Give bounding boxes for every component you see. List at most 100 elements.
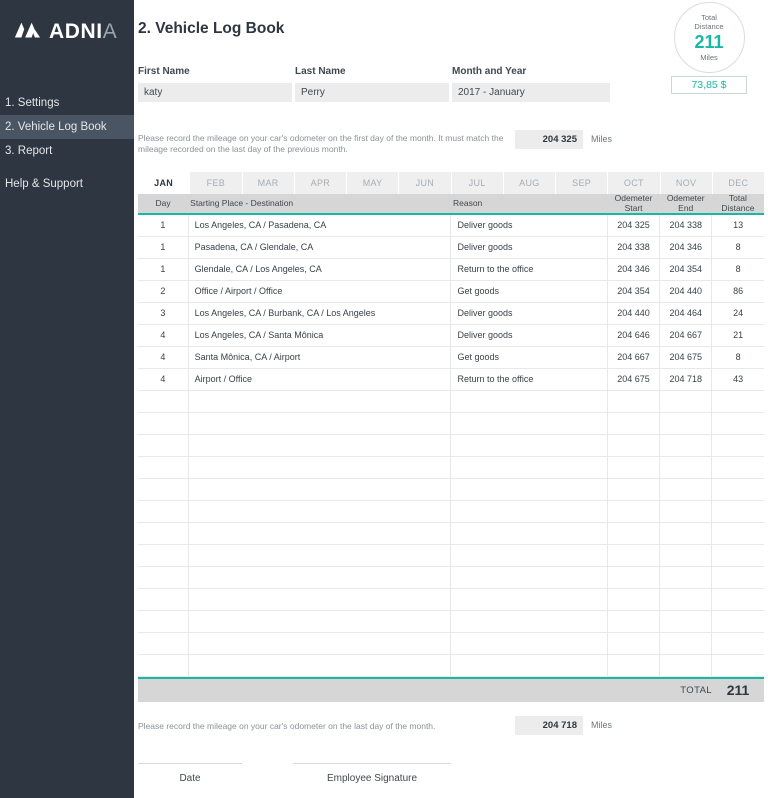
cell-empty[interactable]: [451, 434, 608, 456]
cell-odo-end[interactable]: 204 346: [660, 236, 712, 258]
cell-empty[interactable]: [660, 654, 712, 676]
cell-empty[interactable]: [607, 478, 659, 500]
cell-empty[interactable]: [138, 412, 188, 434]
cell-empty[interactable]: [138, 390, 188, 412]
first-name-input[interactable]: katy: [138, 83, 292, 102]
cell-empty[interactable]: [138, 566, 188, 588]
cell-empty[interactable]: [607, 632, 659, 654]
cell-empty[interactable]: [660, 610, 712, 632]
tab-jan[interactable]: JAN: [138, 172, 190, 194]
cell-empty[interactable]: [712, 500, 764, 522]
cell-distance[interactable]: 13: [712, 214, 764, 236]
cell-empty[interactable]: [660, 434, 712, 456]
cell-empty[interactable]: [451, 390, 608, 412]
cell-odo-end[interactable]: 204 354: [660, 258, 712, 280]
cell-day[interactable]: 1: [138, 214, 188, 236]
cell-empty[interactable]: [607, 566, 659, 588]
cell-route[interactable]: Santa Mônica, CA / Airport: [188, 346, 451, 368]
tab-dec[interactable]: DEC: [713, 172, 764, 194]
cell-empty[interactable]: [451, 412, 608, 434]
cell-route[interactable]: Glendale, CA / Los Angeles, CA: [188, 258, 451, 280]
cell-distance[interactable]: 24: [712, 302, 764, 324]
cell-day[interactable]: 2: [138, 280, 188, 302]
cell-empty[interactable]: [138, 654, 188, 676]
table-row-empty[interactable]: [138, 390, 764, 412]
cell-empty[interactable]: [188, 478, 451, 500]
table-row-empty[interactable]: [138, 588, 764, 610]
cell-empty[interactable]: [188, 610, 451, 632]
cell-empty[interactable]: [660, 566, 712, 588]
cell-day[interactable]: 1: [138, 236, 188, 258]
cell-distance[interactable]: 8: [712, 346, 764, 368]
cell-reason[interactable]: Deliver goods: [451, 236, 608, 258]
cell-distance[interactable]: 43: [712, 368, 764, 390]
cell-odo-end[interactable]: 204 338: [660, 214, 712, 236]
table-row[interactable]: 4Los Angeles, CA / Santa MônicaDeliver g…: [138, 324, 764, 346]
table-row[interactable]: 4Santa Mônica, CA / AirportGet goods204 …: [138, 346, 764, 368]
tab-jul[interactable]: JUL: [452, 172, 504, 194]
cell-empty[interactable]: [712, 412, 764, 434]
cell-empty[interactable]: [188, 456, 451, 478]
cell-empty[interactable]: [138, 544, 188, 566]
cell-empty[interactable]: [188, 632, 451, 654]
cell-odo-start[interactable]: 204 346: [607, 258, 659, 280]
cell-odo-start[interactable]: 204 354: [607, 280, 659, 302]
table-row[interactable]: 1Pasadena, CA / Glendale, CADeliver good…: [138, 236, 764, 258]
cell-empty[interactable]: [660, 478, 712, 500]
cell-empty[interactable]: [660, 500, 712, 522]
cell-empty[interactable]: [451, 478, 608, 500]
cell-day[interactable]: 1: [138, 258, 188, 280]
cell-odo-end[interactable]: 204 464: [660, 302, 712, 324]
cell-empty[interactable]: [660, 544, 712, 566]
cell-route[interactable]: Airport / Office: [188, 368, 451, 390]
table-row-empty[interactable]: [138, 412, 764, 434]
cell-empty[interactable]: [138, 522, 188, 544]
cell-empty[interactable]: [712, 456, 764, 478]
cell-empty[interactable]: [607, 610, 659, 632]
cell-reason[interactable]: Deliver goods: [451, 302, 608, 324]
cell-distance[interactable]: 86: [712, 280, 764, 302]
cell-day[interactable]: 4: [138, 346, 188, 368]
table-row[interactable]: 4Airport / OfficeReturn to the office 204…: [138, 368, 764, 390]
tab-aug[interactable]: AUG: [504, 172, 556, 194]
tab-nov[interactable]: NOV: [661, 172, 713, 194]
cell-odo-start[interactable]: 204 338: [607, 236, 659, 258]
cell-empty[interactable]: [660, 390, 712, 412]
tab-apr[interactable]: APR: [295, 172, 347, 194]
cell-distance[interactable]: 21: [712, 324, 764, 346]
cell-empty[interactable]: [451, 588, 608, 610]
tab-mar[interactable]: MAR: [243, 172, 295, 194]
cell-empty[interactable]: [660, 522, 712, 544]
cell-day[interactable]: 4: [138, 324, 188, 346]
cell-day[interactable]: 4: [138, 368, 188, 390]
cell-odo-start[interactable]: 204 646: [607, 324, 659, 346]
sidebar-item-vehicle-log-book[interactable]: 2. Vehicle Log Book: [0, 115, 134, 139]
cell-empty[interactable]: [607, 588, 659, 610]
table-row-empty[interactable]: [138, 500, 764, 522]
cell-odo-end[interactable]: 204 667: [660, 324, 712, 346]
sidebar-item-report[interactable]: 3. Report: [0, 139, 134, 163]
table-row[interactable]: 1Los Angeles, CA / Pasadena, CADeliver g…: [138, 214, 764, 236]
table-row-empty[interactable]: [138, 456, 764, 478]
cell-day[interactable]: 3: [138, 302, 188, 324]
cell-empty[interactable]: [660, 456, 712, 478]
last-name-input[interactable]: Perry: [295, 83, 449, 102]
table-row-empty[interactable]: [138, 610, 764, 632]
cell-route[interactable]: Los Angeles, CA / Pasadena, CA: [188, 214, 451, 236]
cell-odo-end[interactable]: 204 718: [660, 368, 712, 390]
cell-empty[interactable]: [607, 544, 659, 566]
cell-empty[interactable]: [451, 522, 608, 544]
cell-route[interactable]: Los Angeles, CA / Burbank, CA / Los Ange…: [188, 302, 451, 324]
table-row-empty[interactable]: [138, 478, 764, 500]
cell-empty[interactable]: [607, 654, 659, 676]
cell-empty[interactable]: [712, 588, 764, 610]
sidebar-item-help-support[interactable]: Help & Support: [0, 172, 134, 196]
cell-empty[interactable]: [607, 412, 659, 434]
cell-empty[interactable]: [451, 500, 608, 522]
cell-empty[interactable]: [712, 544, 764, 566]
table-row[interactable]: 2Office / Airport / OfficeGet goods204 3…: [138, 280, 764, 302]
cell-reason[interactable]: Return to the office: [451, 368, 608, 390]
cell-empty[interactable]: [712, 654, 764, 676]
cell-distance[interactable]: 8: [712, 236, 764, 258]
tab-jun[interactable]: JUN: [399, 172, 451, 194]
